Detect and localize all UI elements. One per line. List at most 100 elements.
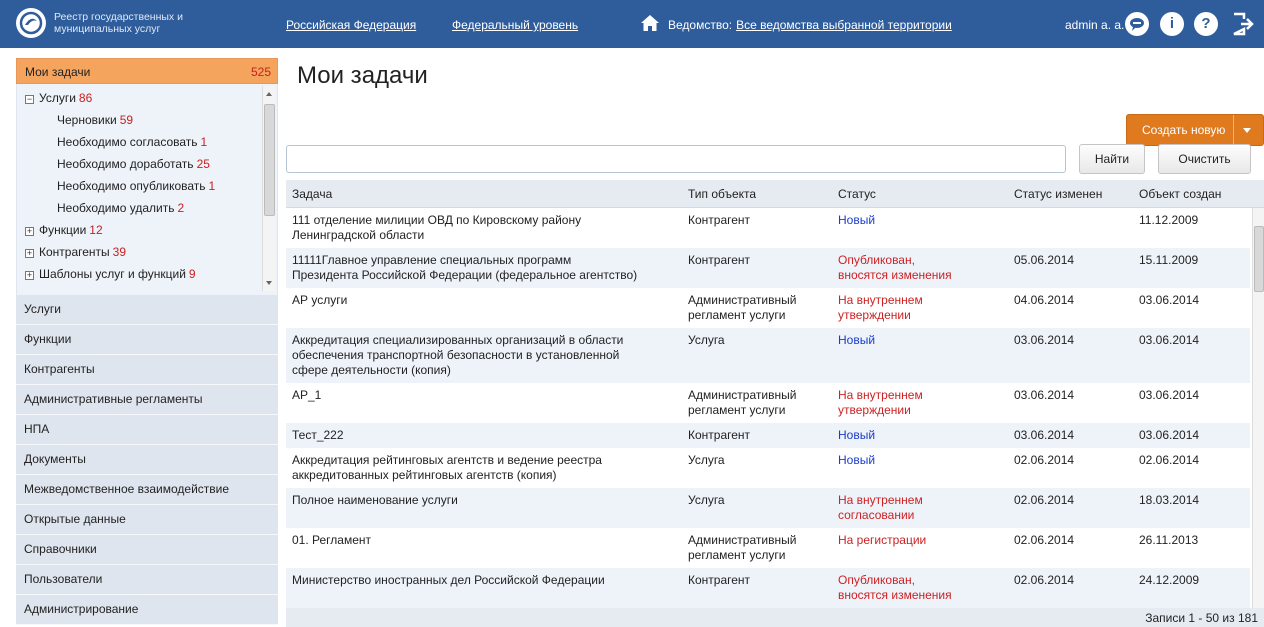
table-row[interactable]: Министерство иностранных дел Российской … bbox=[286, 568, 1250, 608]
cell-task[interactable]: 111 отделение милиции ОВД по Кировскому … bbox=[292, 213, 581, 243]
cell-status-changed: 02.06.2014 bbox=[1014, 493, 1075, 507]
app-logo[interactable]: Реестр государственных и муниципальных у… bbox=[16, 8, 214, 38]
logout-icon[interactable] bbox=[1232, 12, 1254, 39]
my-tasks-count: 525 bbox=[250, 65, 271, 79]
table-row[interactable]: 01. Регламент Административный регламент у… bbox=[286, 528, 1250, 568]
cell-object-created: 03.06.2014 bbox=[1139, 428, 1200, 442]
department-link[interactable]: Все ведомства выбранной территории bbox=[736, 18, 952, 32]
menu-functions[interactable]: Функции bbox=[16, 325, 278, 355]
tree-item-to-delete[interactable]: Необходимо удалить 2 bbox=[57, 201, 184, 215]
tree-item-services[interactable]: − Услуги 86 bbox=[25, 91, 92, 105]
tree-item-drafts[interactable]: Черновики 59 bbox=[57, 113, 133, 127]
cell-object-type: Контрагент bbox=[688, 573, 751, 587]
cell-object-type: Административный регламент услуги bbox=[688, 388, 797, 417]
expand-icon[interactable]: + bbox=[25, 271, 34, 280]
table-scrollbar[interactable] bbox=[1252, 208, 1264, 608]
menu-contractors[interactable]: Контрагенты bbox=[16, 355, 278, 385]
help-icon[interactable]: ? bbox=[1194, 12, 1218, 36]
menu-interagency[interactable]: Межведомственное взаимодействие bbox=[16, 475, 278, 505]
chat-icon[interactable] bbox=[1125, 12, 1149, 36]
cell-task[interactable]: 11111Главное управление специальных прог… bbox=[292, 253, 637, 283]
cell-task[interactable]: АР_1 bbox=[292, 388, 321, 403]
collapse-icon[interactable]: − bbox=[25, 95, 34, 104]
home-icon[interactable] bbox=[640, 13, 660, 36]
column-object-type[interactable]: Тип объекта bbox=[688, 187, 756, 201]
tree-scrollbar[interactable] bbox=[262, 86, 275, 291]
scrollbar-thumb[interactable] bbox=[264, 104, 275, 216]
cell-object-created: 24.12.2009 bbox=[1139, 573, 1200, 587]
create-service-button[interactable]: Создать новую услугу bbox=[1126, 114, 1264, 167]
find-button[interactable]: Найти bbox=[1079, 144, 1145, 174]
cell-object-type: Административный регламент услуги bbox=[688, 533, 797, 562]
cell-task[interactable]: АР услуги bbox=[292, 293, 347, 308]
cell-status-changed: 02.06.2014 bbox=[1014, 453, 1075, 467]
cell-object-type: Контрагент bbox=[688, 253, 751, 267]
info-icon[interactable]: i bbox=[1160, 12, 1184, 36]
cell-task[interactable]: Аккредитация специализированных организа… bbox=[292, 333, 623, 378]
menu-open-data[interactable]: Открытые данные bbox=[16, 505, 278, 535]
table-row[interactable]: АР_1 Административный регламент услуги На в… bbox=[286, 383, 1250, 423]
cell-object-type: Административный регламент услуги bbox=[688, 293, 797, 322]
cell-status: Новый bbox=[838, 213, 876, 227]
search-input[interactable] bbox=[286, 145, 1066, 173]
region-link[interactable]: Российская Федерация bbox=[286, 18, 416, 32]
table-row[interactable]: Аккредитация рейтинговых агентств и веде… bbox=[286, 448, 1250, 488]
column-status[interactable]: Статус bbox=[838, 187, 876, 201]
tree-item-templates[interactable]: + Шаблоны услуг и функций 9 bbox=[25, 267, 196, 281]
sidebar-my-tasks[interactable]: Мои задачи 525 bbox=[16, 58, 278, 84]
cell-status-changed: 03.06.2014 bbox=[1014, 388, 1075, 402]
menu-administration[interactable]: Администрирование bbox=[16, 595, 278, 625]
dropdown-caret-icon[interactable] bbox=[1243, 128, 1251, 133]
cell-object-type: Услуга bbox=[688, 493, 725, 507]
tree-item-to-publish[interactable]: Необходимо опубликовать 1 bbox=[57, 179, 215, 193]
table-row[interactable]: Полное наименование услуги Услуга На внутр… bbox=[286, 488, 1250, 528]
cell-status: На внутреннем утверждении bbox=[838, 388, 923, 417]
cell-task[interactable]: Аккредитация рейтинговых агентств и веде… bbox=[292, 453, 602, 483]
scrollbar-thumb[interactable] bbox=[1254, 226, 1264, 292]
scroll-up-icon[interactable] bbox=[266, 92, 272, 96]
cell-task[interactable]: Тест_222 bbox=[292, 428, 344, 443]
emblem-icon bbox=[16, 8, 46, 38]
cell-task[interactable]: Полное наименование услуги bbox=[292, 493, 458, 508]
menu-reference-books[interactable]: Справочники bbox=[16, 535, 278, 565]
app-title: Реестр государственных и муниципальных у… bbox=[54, 11, 183, 35]
clear-button[interactable]: Очистить bbox=[1158, 144, 1251, 174]
expand-icon[interactable]: + bbox=[25, 249, 34, 258]
my-tasks-label: Мои задачи bbox=[25, 65, 91, 79]
table-row[interactable]: 11111Главное управление специальных прог… bbox=[286, 248, 1250, 288]
menu-documents[interactable]: Документы bbox=[16, 445, 278, 475]
scroll-down-icon[interactable] bbox=[266, 281, 272, 285]
cell-status-changed: 04.06.2014 bbox=[1014, 293, 1075, 307]
top-bar: Реестр государственных и муниципальных у… bbox=[0, 0, 1264, 48]
user-name[interactable]: admin a. a. bbox=[1065, 18, 1124, 32]
cell-task[interactable]: 01. Регламент bbox=[292, 533, 371, 548]
cell-task[interactable]: Министерство иностранных дел Российской … bbox=[292, 573, 605, 588]
table-row[interactable]: 111 отделение милиции ОВД по Кировскому … bbox=[286, 208, 1250, 248]
tree-item-to-revise[interactable]: Необходимо доработать 25 bbox=[57, 157, 210, 171]
column-status-changed[interactable]: Статус изменен bbox=[1014, 187, 1102, 201]
tree-item-contractors[interactable]: + Контрагенты 39 bbox=[25, 245, 126, 259]
table-row[interactable]: Аккредитация специализированных организа… bbox=[286, 328, 1250, 383]
expand-icon[interactable]: + bbox=[25, 227, 34, 236]
table-row[interactable]: АР услуги Административный регламент услуг… bbox=[286, 288, 1250, 328]
cell-object-type: Услуга bbox=[688, 453, 725, 467]
level-link[interactable]: Федеральный уровень bbox=[452, 18, 578, 32]
menu-services[interactable]: Услуги bbox=[16, 295, 278, 325]
department-selector: Ведомство: Все ведомства выбранной террит… bbox=[668, 18, 952, 32]
menu-users[interactable]: Пользователи bbox=[16, 565, 278, 595]
page-title: Мои задачи bbox=[297, 62, 428, 89]
menu-admin-regulations[interactable]: Административные регламенты bbox=[16, 385, 278, 415]
table-header: Задача Тип объекта Статус Статус изменен… bbox=[286, 180, 1264, 208]
cell-status: Опубликован, вносятся изменения bbox=[838, 573, 952, 602]
tree-item-functions[interactable]: + Функции 12 bbox=[25, 223, 103, 237]
cell-object-created: 03.06.2014 bbox=[1139, 293, 1200, 307]
column-task[interactable]: Задача bbox=[292, 187, 332, 201]
column-object-created[interactable]: Объект создан bbox=[1139, 187, 1221, 201]
menu-npa[interactable]: НПА bbox=[16, 415, 278, 445]
table-row[interactable]: Тест_222 Контрагент Новый 03.06.2014 03.06.2… bbox=[286, 423, 1250, 448]
cell-status: На внутреннем утверждении bbox=[838, 293, 923, 322]
cell-status: Новый bbox=[838, 333, 876, 347]
cell-status-changed: 03.06.2014 bbox=[1014, 428, 1075, 442]
tree-item-to-approve[interactable]: Необходимо согласовать 1 bbox=[57, 135, 207, 149]
button-separator bbox=[1233, 115, 1234, 145]
